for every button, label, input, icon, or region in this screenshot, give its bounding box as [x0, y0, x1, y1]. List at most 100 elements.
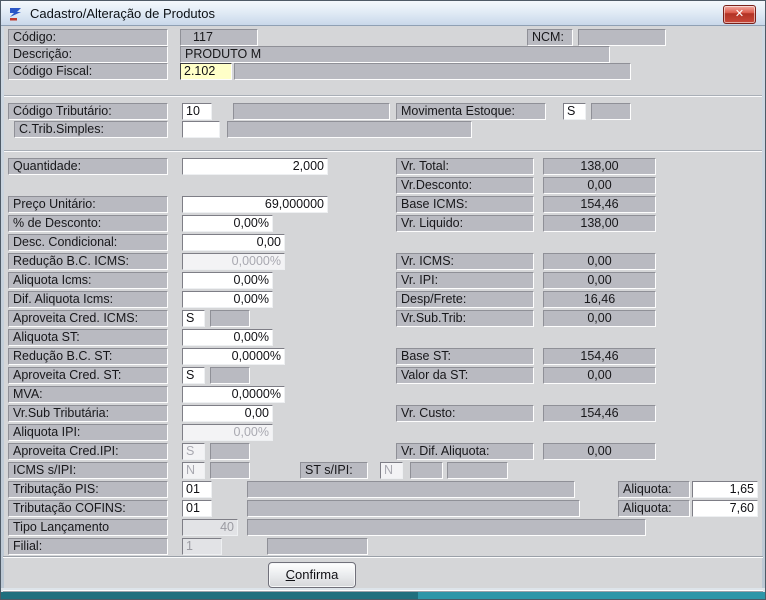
aproveita-cred-icms-input[interactable]: S: [182, 310, 205, 327]
st-s-ipi-box: [410, 462, 443, 479]
aliquota-ipi-label: Aliquota IPI:: [8, 424, 168, 441]
aliquota-st-label: Aliquota ST:: [8, 329, 168, 346]
ncm-label: NCM:: [527, 29, 573, 46]
ncm-value: [578, 29, 666, 46]
aproveita-cred-icms-label: Aproveita Cred. ICMS:: [8, 310, 168, 327]
vr-ipi-value: 0,00: [543, 272, 656, 289]
confirm-button-mnemonic: C: [286, 567, 295, 582]
base-st-label: Base ST:: [396, 348, 534, 365]
section-separator: [4, 95, 762, 97]
st-s-ipi-label: ST s/IPI:: [300, 462, 368, 479]
app-icon: [8, 6, 24, 22]
quantidade-input[interactable]: 2,000: [182, 158, 328, 175]
vr-liquido-value: 138,00: [543, 215, 656, 232]
aliquota-ipi-input: 0,00%: [182, 424, 273, 441]
close-button[interactable]: ✕: [723, 5, 756, 24]
aproveita-cred-ipi-input: S: [182, 443, 205, 460]
reducao-bc-st-input[interactable]: 0,0000%: [182, 348, 285, 365]
filial-label: Filial:: [8, 538, 168, 555]
valor-da-st-label: Valor da ST:: [396, 367, 534, 384]
codigo-fiscal-desc-box: [234, 63, 631, 80]
ctrib-simples-desc-box: [227, 121, 472, 138]
desp-frete-label: Desp/Frete:: [396, 291, 534, 308]
codigo-fiscal-input[interactable]: 2.102: [180, 63, 232, 80]
vr-custo-value: 154,46: [543, 405, 656, 422]
vr-ipi-label: Vr. IPI:: [396, 272, 534, 289]
preco-unitario-label: Preço Unitário:: [8, 196, 168, 213]
aliquota-cofins-input[interactable]: 7,60: [692, 500, 758, 517]
tributacao-pis-desc-box: [247, 481, 575, 498]
st-s-ipi-input: N: [380, 462, 403, 479]
tipo-lancamento-label: Tipo Lançamento: [8, 519, 168, 536]
aliquota-cofins-label: Aliquota:: [618, 500, 690, 517]
vr-icms-label: Vr. ICMS:: [396, 253, 534, 270]
vr-sub-trib-label: Vr.Sub.Trib:: [396, 310, 534, 327]
desc-condicional-input[interactable]: 0,00: [182, 234, 285, 251]
desp-frete-value: 16,46: [543, 291, 656, 308]
aliquota-icms-input[interactable]: 0,00%: [182, 272, 273, 289]
vr-sub-trib-value: 0,00: [543, 310, 656, 327]
codigo-tributario-input[interactable]: 10: [182, 103, 212, 120]
codigo-value: 117: [180, 29, 258, 46]
reducao-bc-icms-label: Redução B.C. ICMS:: [8, 253, 168, 270]
window-frame-left: [0, 26, 4, 588]
tributacao-pis-label: Tributação PIS:: [8, 481, 168, 498]
ctrib-simples-input[interactable]: [182, 121, 220, 138]
base-icms-label: Base ICMS:: [396, 196, 534, 213]
base-icms-value: 154,46: [543, 196, 656, 213]
button-panel: [3, 556, 763, 592]
ctrib-simples-label: C.Trib.Simples:: [14, 121, 168, 138]
bottom-strip-right: [418, 592, 766, 600]
tributacao-cofins-input[interactable]: 01: [182, 500, 212, 517]
filial-desc-box: [267, 538, 368, 555]
aproveita-cred-ipi-label: Aproveita Cred.IPI:: [8, 443, 168, 460]
movimenta-estoque-box: [591, 103, 631, 120]
reducao-bc-icms-input: 0,0000%: [182, 253, 285, 270]
descricao-label: Descrição:: [8, 46, 168, 63]
bottom-strip-left: [0, 592, 418, 600]
preco-unitario-input[interactable]: 69,000000: [182, 196, 328, 213]
descricao-value: PRODUTO M: [180, 46, 610, 63]
vr-dif-aliquota-value: 0,00: [543, 443, 656, 460]
vr-sub-tributaria-input[interactable]: 0,00: [182, 405, 273, 422]
dif-aliquota-icms-input[interactable]: 0,00%: [182, 291, 273, 308]
desc-condicional-label: Desc. Condicional:: [8, 234, 168, 251]
tributacao-pis-input[interactable]: 01: [182, 481, 212, 498]
quantidade-label: Quantidade:: [8, 158, 168, 175]
filial-input: 1: [182, 538, 222, 555]
confirm-button[interactable]: Confirma: [268, 562, 356, 588]
vr-custo-label: Vr. Custo:: [396, 405, 534, 422]
mva-input[interactable]: 0,0000%: [182, 386, 285, 403]
icms-s-ipi-label: ICMS s/IPI:: [8, 462, 168, 479]
icms-s-ipi-input: N: [182, 462, 205, 479]
base-st-value: 154,46: [543, 348, 656, 365]
aproveita-cred-st-box: [210, 367, 250, 384]
perc-desconto-input[interactable]: 0,00%: [182, 215, 273, 232]
reducao-bc-st-label: Redução B.C. ST:: [8, 348, 168, 365]
aproveita-cred-st-input[interactable]: S: [182, 367, 205, 384]
aproveita-cred-ipi-box: [210, 443, 250, 460]
vr-desconto-label: Vr.Desconto:: [396, 177, 534, 194]
window-title: Cadastro/Alteração de Produtos: [30, 1, 215, 26]
vr-liquido-label: Vr. Liquido:: [396, 215, 534, 232]
codigo-tributario-desc-box: [233, 103, 390, 120]
tributacao-cofins-label: Tributação COFINS:: [8, 500, 168, 517]
codigo-fiscal-label: Código Fiscal:: [8, 63, 168, 80]
vr-sub-tributaria-label: Vr.Sub Tributária:: [8, 405, 168, 422]
aproveita-cred-icms-box: [210, 310, 250, 327]
confirm-button-label: onfirma: [295, 567, 338, 582]
vr-dif-aliquota-label: Vr. Dif. Aliquota:: [396, 443, 534, 460]
aliquota-st-input[interactable]: 0,00%: [182, 329, 273, 346]
aproveita-cred-st-label: Aproveita Cred. ST:: [8, 367, 168, 384]
aliquota-pis-label: Aliquota:: [618, 481, 690, 498]
st-s-ipi-box-2: [447, 462, 508, 479]
vr-desconto-value: 0,00: [543, 177, 656, 194]
aliquota-pis-input[interactable]: 1,65: [692, 481, 758, 498]
dif-aliquota-icms-label: Dif. Aliquota Icms:: [8, 291, 168, 308]
movimenta-estoque-input[interactable]: S: [563, 103, 586, 120]
mva-label: MVA:: [8, 386, 168, 403]
title-bar[interactable]: Cadastro/Alteração de Produtos ✕: [0, 0, 766, 26]
window-frame-right: [762, 26, 766, 588]
tipo-lancamento-desc-box: [247, 519, 646, 536]
codigo-label: Código:: [8, 29, 168, 46]
